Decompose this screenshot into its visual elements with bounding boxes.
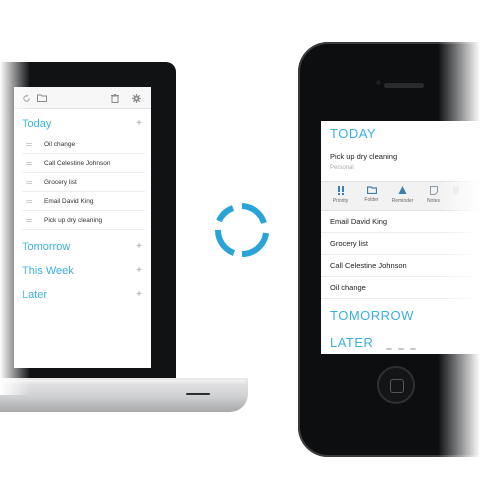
- section-later[interactable]: Later +: [14, 284, 151, 306]
- task-label: Grocery list: [44, 179, 77, 186]
- folder-icon: [366, 186, 377, 194]
- right-fade: [438, 40, 480, 460]
- list-item[interactable]: Grocery list: [22, 173, 145, 192]
- page-dot: [385, 348, 392, 350]
- gear-icon[interactable]: [130, 92, 142, 104]
- add-task-button[interactable]: +: [136, 284, 142, 306]
- sync-icon: [214, 203, 269, 258]
- section-today[interactable]: Today +: [14, 113, 151, 135]
- action-label: Reminder: [391, 198, 414, 204]
- reminder-icon: [398, 186, 407, 194]
- list-item[interactable]: Oil change: [22, 135, 145, 154]
- front-camera: [376, 80, 381, 85]
- add-task-button[interactable]: +: [136, 236, 142, 258]
- section-tomorrow[interactable]: Tomorrow +: [14, 236, 151, 258]
- task-label: Oil change: [44, 141, 76, 148]
- laptop-toolbar: [14, 87, 151, 109]
- phone-speaker: [384, 83, 424, 88]
- trash-icon[interactable]: [109, 92, 121, 104]
- list-item[interactable]: Call Celestine Johnson: [22, 154, 145, 173]
- folder-button[interactable]: Folder: [356, 182, 387, 210]
- task-label: Pick up dry cleaning: [44, 217, 103, 224]
- laptop-screen: Today + Oil change Call Celestine Johnso…: [14, 87, 151, 368]
- add-task-button[interactable]: +: [136, 113, 142, 135]
- task-label: Email David King: [44, 198, 94, 205]
- page-dot: [397, 348, 404, 350]
- page-dot: [409, 348, 416, 350]
- section-this-week[interactable]: This Week +: [14, 260, 151, 282]
- action-label: Folder: [364, 197, 379, 203]
- home-button[interactable]: [377, 366, 415, 404]
- laptop-opening-notch: [186, 393, 210, 395]
- notes-icon: [429, 186, 438, 195]
- list-item[interactable]: Email David King: [22, 192, 145, 211]
- list-item[interactable]: Pick up dry cleaning: [22, 211, 145, 230]
- laptop-base-lip: [0, 380, 246, 386]
- action-label: Priority: [332, 198, 349, 204]
- priority-button[interactable]: Priority: [325, 182, 356, 210]
- priority-icon: [337, 186, 344, 195]
- add-task-button[interactable]: +: [136, 260, 142, 282]
- reminder-button[interactable]: Reminder: [387, 182, 418, 210]
- task-label: Call Celestine Johnson: [44, 160, 111, 167]
- left-fade: [0, 55, 30, 395]
- folder-icon[interactable]: [36, 92, 48, 104]
